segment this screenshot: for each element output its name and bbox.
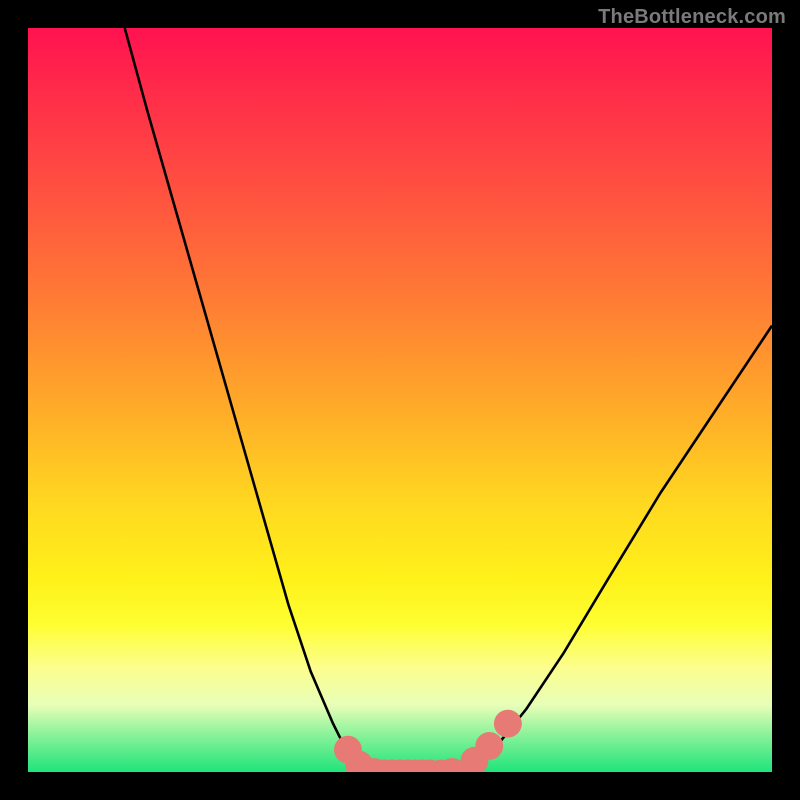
curve-marker bbox=[494, 710, 522, 738]
chart-frame: TheBottleneck.com bbox=[0, 0, 800, 800]
curve-marker bbox=[475, 732, 503, 760]
curve-line bbox=[125, 28, 772, 772]
curve-markers bbox=[334, 710, 522, 772]
chart-svg bbox=[28, 28, 772, 772]
watermark-text: TheBottleneck.com bbox=[598, 6, 786, 29]
chart-plot-area bbox=[28, 28, 772, 772]
